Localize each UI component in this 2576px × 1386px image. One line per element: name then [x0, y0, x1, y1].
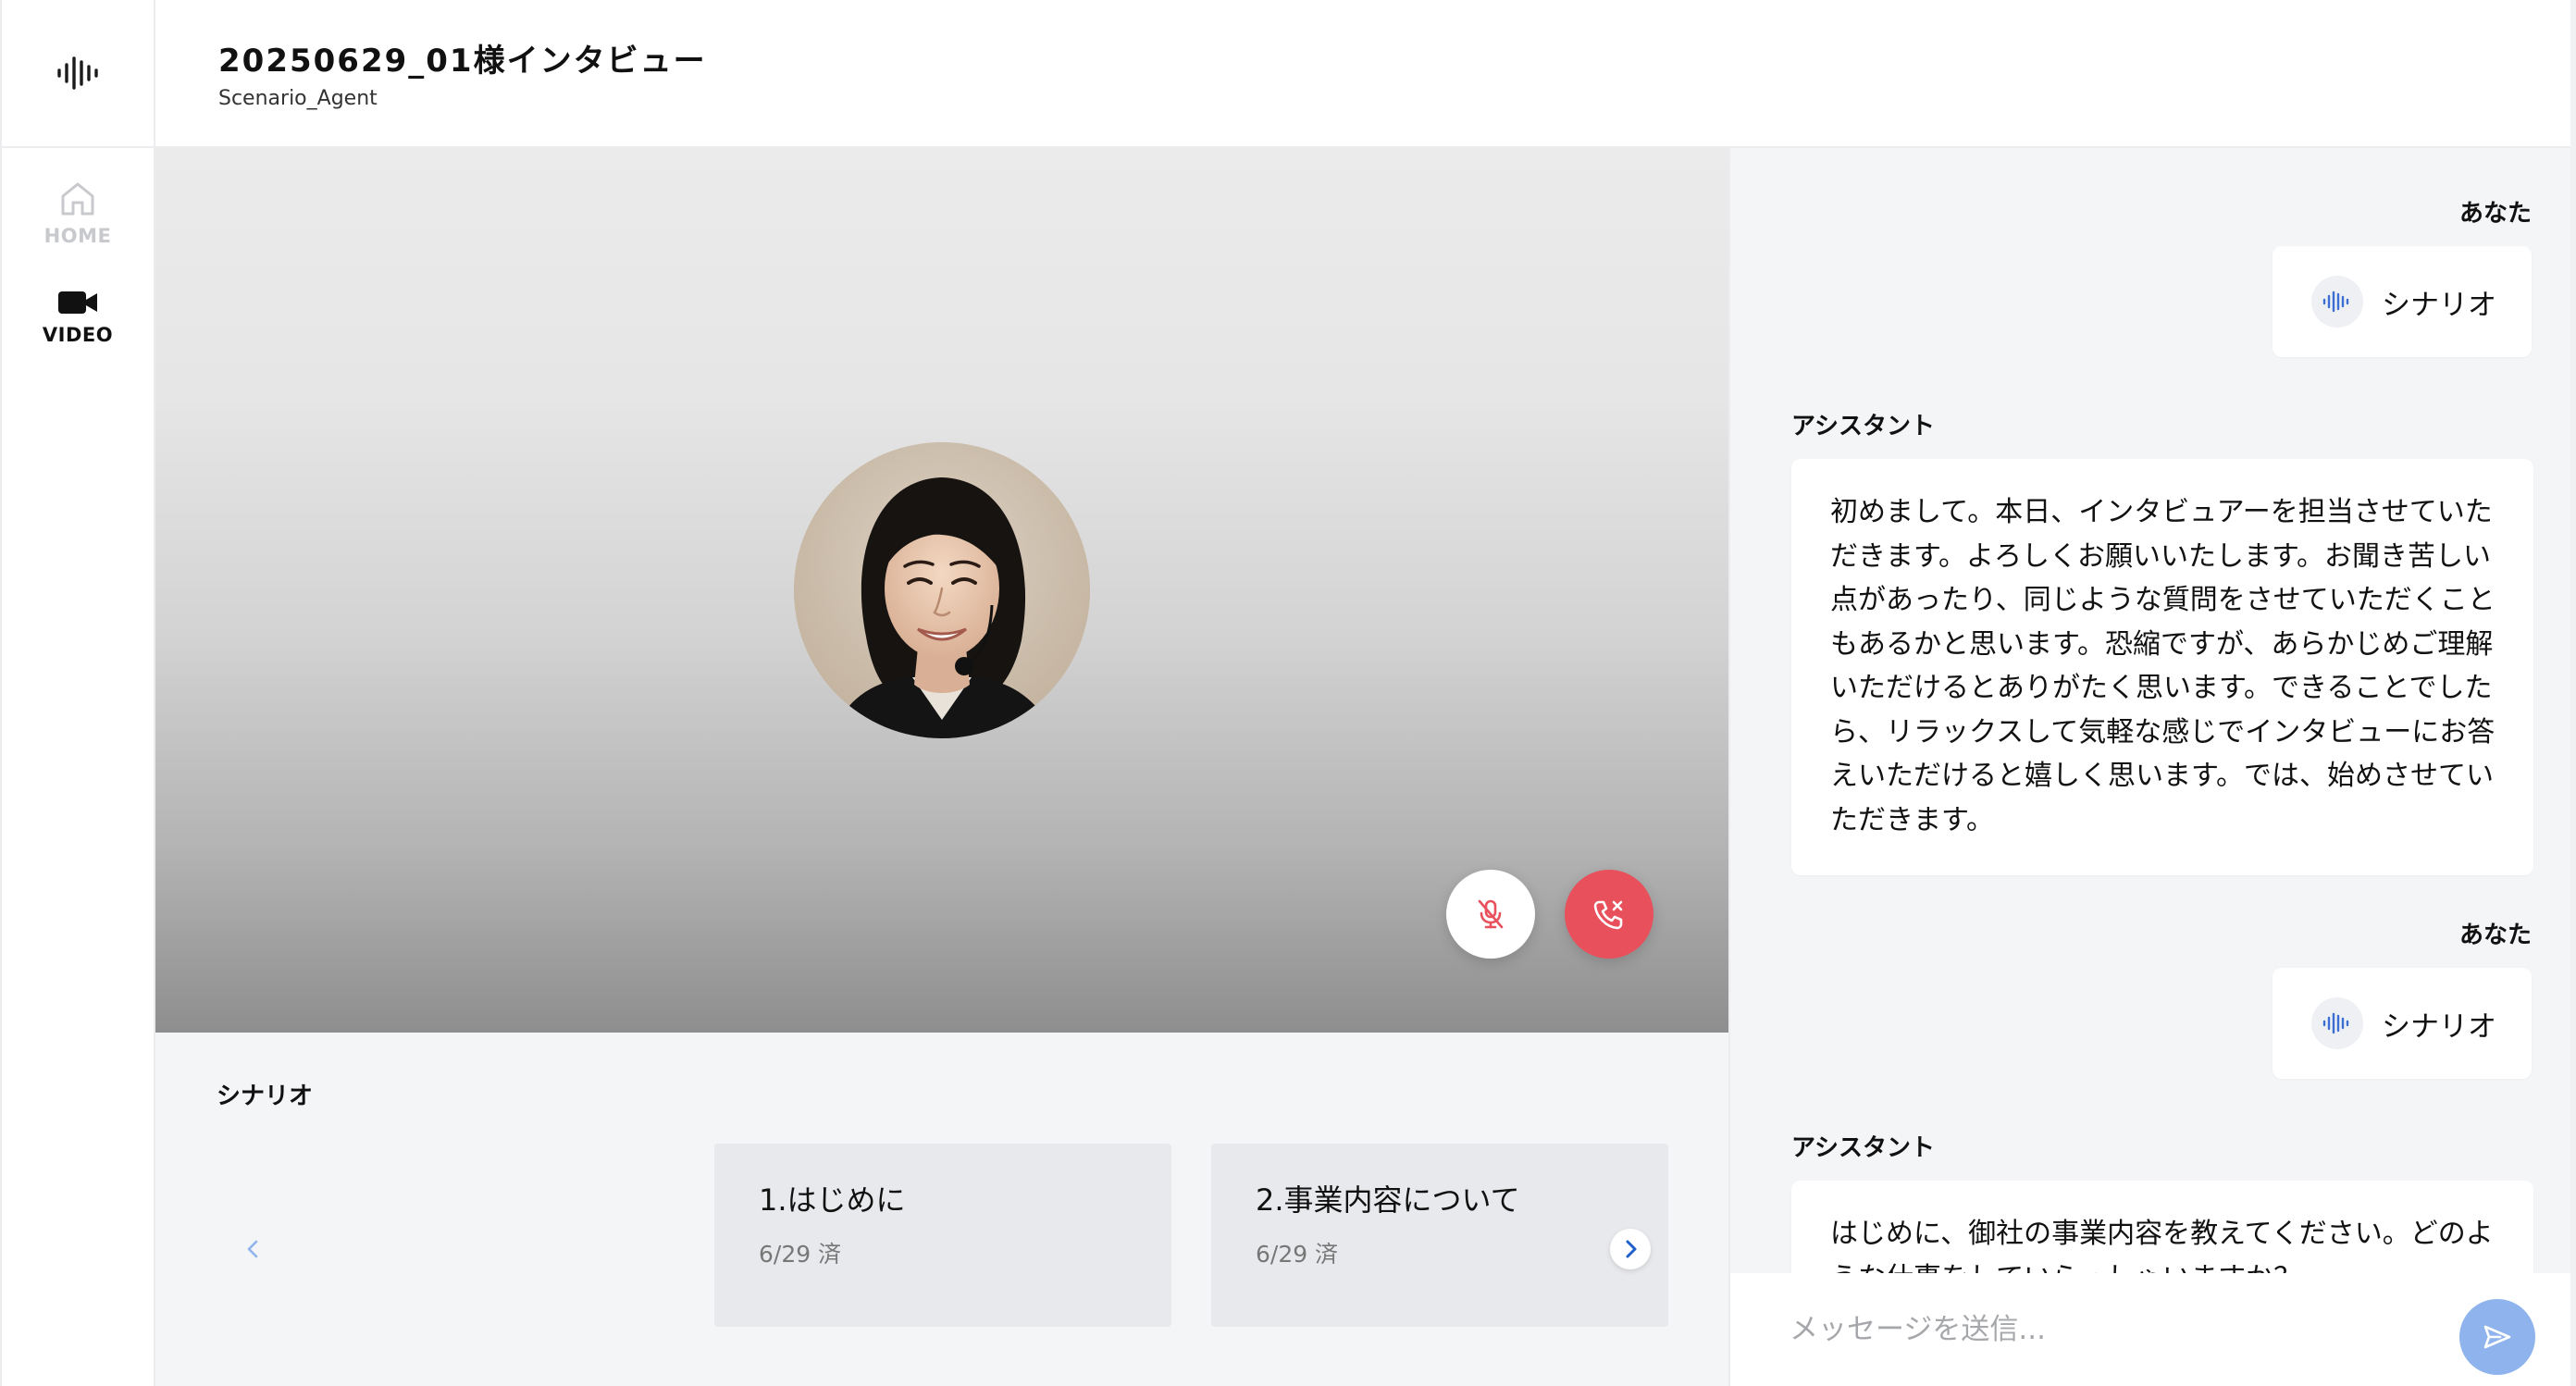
- app-logo[interactable]: [2, 0, 154, 148]
- message-input[interactable]: [1790, 1297, 2437, 1362]
- interviewer-portrait: [794, 442, 1090, 738]
- message-text: 初めまして。本日、インタビュアーを担当させていただきます。よろしくお願いいたしま…: [1830, 496, 2496, 836]
- scenario-prev-button[interactable]: [233, 1229, 274, 1269]
- nav-rail: HOME VIDEO: [0, 0, 155, 1386]
- message-sender: あなた: [2458, 922, 2532, 949]
- message-sender: アシスタント: [1791, 1134, 1935, 1162]
- scenario-card-title: 2.事業内容について: [1256, 1182, 1520, 1218]
- phone-end-icon: [1593, 900, 1623, 930]
- send-icon: [2483, 1325, 2511, 1349]
- mic-off-icon: [1478, 899, 1504, 929]
- chevron-left-icon: [247, 1240, 258, 1258]
- end-call-button[interactable]: [1565, 870, 1653, 959]
- nav-item-video[interactable]: VIDEO: [2, 266, 154, 366]
- user-message: シナリオ: [2273, 968, 2532, 1079]
- scenario-panel: シナリオ 1.はじめに 6/29 済 2.事業内容について 6/29 済: [155, 1033, 1728, 1386]
- chat-panel: あなた シナリオ アシスタント 初めまして。本日、インタビュアーを担当させていた…: [1728, 148, 2570, 1386]
- scenario-next-button[interactable]: [1610, 1229, 1651, 1269]
- message-text: シナリオ: [2382, 1009, 2496, 1044]
- window-edge: [2570, 0, 2576, 1386]
- message-composer: [1728, 1273, 2570, 1386]
- video-stage: [155, 148, 1728, 1033]
- message-sender: あなた: [2458, 200, 2532, 228]
- nav-item-home[interactable]: HOME: [2, 163, 154, 263]
- waveform-icon: [2322, 1012, 2349, 1034]
- send-button[interactable]: [2459, 1299, 2535, 1375]
- video-camera-icon: [58, 291, 97, 314]
- scenario-title: シナリオ: [217, 1083, 314, 1110]
- chevron-right-icon: [1626, 1240, 1637, 1258]
- waveform-icon: [2322, 291, 2349, 313]
- message-sender: アシスタント: [1791, 413, 1935, 440]
- page-header: 20250629_01様インタビュー Scenario_Agent: [155, 0, 2570, 148]
- mute-button[interactable]: [1446, 870, 1535, 959]
- page-title: 20250629_01様インタビュー: [218, 43, 707, 80]
- message-text: シナリオ: [2382, 288, 2496, 322]
- interviewer-avatar: [794, 442, 1090, 738]
- scenario-card[interactable]: 1.はじめに 6/29 済: [714, 1144, 1171, 1327]
- scenario-card-title: 1.はじめに: [759, 1182, 906, 1218]
- home-icon: [61, 182, 94, 216]
- nav-item-label: HOME: [43, 225, 112, 247]
- user-message: シナリオ: [2273, 246, 2532, 357]
- scenario-card-date: 6/29 済: [1256, 1241, 1339, 1268]
- scenario-card[interactable]: 2.事業内容について 6/29 済: [1211, 1144, 1668, 1327]
- scenario-card-date: 6/29 済: [759, 1241, 842, 1268]
- assistant-message: 初めまして。本日、インタビュアーを担当させていただきます。よろしくお願いいたしま…: [1791, 459, 2533, 875]
- page-subtitle: Scenario_Agent: [218, 87, 378, 110]
- nav-item-label: VIDEO: [42, 324, 114, 346]
- waveform-icon: [57, 56, 98, 90]
